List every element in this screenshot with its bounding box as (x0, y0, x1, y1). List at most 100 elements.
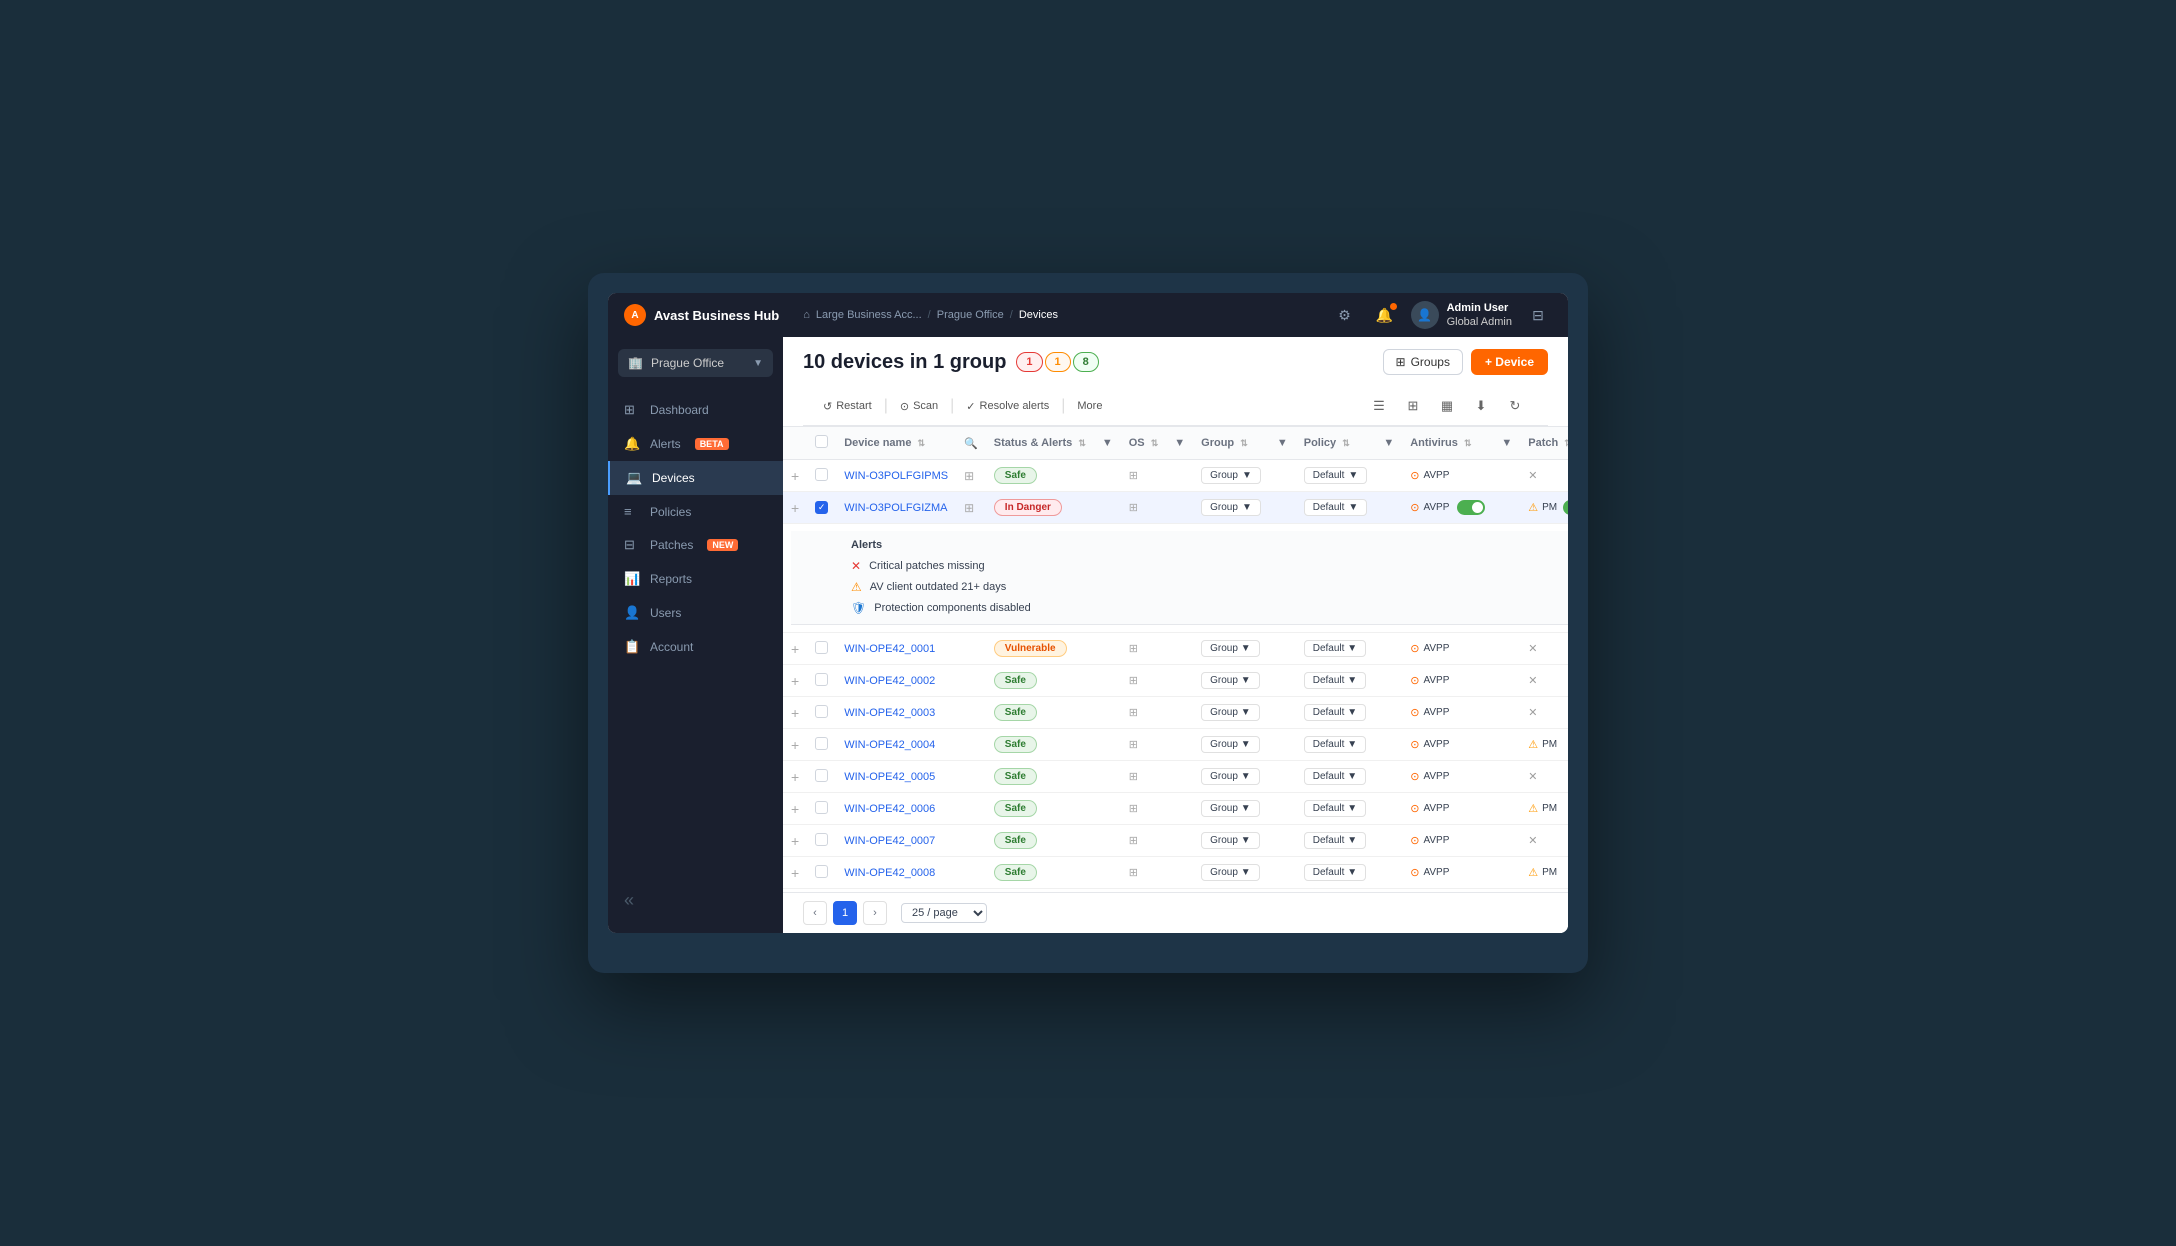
policy-dropdown[interactable]: Default ▼ (1304, 704, 1366, 721)
row-checkbox[interactable] (815, 865, 828, 878)
download-icon[interactable]: ⬇ (1468, 393, 1494, 419)
device-link[interactable]: WIN-OPE42_0007 (844, 835, 935, 847)
device-link[interactable]: WIN-O3POLFGIPMS (844, 470, 948, 482)
device-link[interactable]: WIN-OPE42_0004 (844, 739, 935, 751)
col-patch-header[interactable]: Patch ⇅ (1520, 427, 1568, 460)
group-dropdown[interactable]: Group ▼ (1201, 499, 1261, 516)
row-checkbox[interactable] (815, 769, 828, 782)
next-page-button[interactable]: › (863, 901, 887, 925)
sidebar-collapse-button[interactable]: « (608, 880, 783, 921)
policy-dropdown[interactable]: Default ▼ (1304, 672, 1366, 689)
col-antivirus-header[interactable]: Antivirus ⇅ (1402, 427, 1493, 460)
group-dropdown[interactable]: Group ▼ (1201, 672, 1259, 689)
add-cell[interactable]: + (783, 633, 807, 665)
row-checkbox[interactable] (815, 833, 828, 846)
policy-dropdown[interactable]: Default ▼ (1304, 864, 1366, 881)
row-checkbox[interactable]: ✓ (815, 501, 828, 514)
policy-dropdown[interactable]: Default ▼ (1304, 736, 1366, 753)
device-link[interactable]: WIN-OPE42_0008 (844, 867, 935, 879)
device-link[interactable]: WIN-O3POLFGIZMA (844, 502, 947, 514)
restart-button[interactable]: ↺ Restart (823, 400, 872, 413)
office-selector[interactable]: 🏢 Prague Office ▼ (618, 349, 773, 377)
group-dropdown[interactable]: Group ▼ (1201, 832, 1259, 849)
add-device-row-icon[interactable]: + (791, 468, 799, 484)
select-all-checkbox[interactable] (815, 435, 828, 448)
row-checkbox[interactable] (815, 801, 828, 814)
columns-icon[interactable]: ⊞ (1400, 393, 1426, 419)
groups-button[interactable]: ⊞ Groups (1383, 349, 1463, 375)
group-dropdown[interactable]: Group ▼ (1201, 467, 1261, 484)
policy-dropdown[interactable]: Default ▼ (1304, 768, 1366, 785)
menu-icon[interactable]: ⊟ (1524, 301, 1552, 329)
device-link[interactable]: WIN-OPE42_0006 (844, 803, 935, 815)
device-link[interactable]: WIN-OPE42_0002 (844, 675, 935, 687)
check-cell[interactable] (807, 633, 836, 665)
settings-icon[interactable]: ⚙ (1331, 301, 1359, 329)
refresh-icon[interactable]: ↻ (1502, 393, 1528, 419)
add-device-button[interactable]: + Device (1471, 349, 1548, 375)
av-toggle[interactable] (1457, 500, 1485, 515)
sidebar-item-policies[interactable]: ≡ Policies (608, 495, 783, 528)
sidebar-item-users[interactable]: 👤 Users (608, 596, 783, 630)
page-1-button[interactable]: 1 (833, 901, 857, 925)
group-dropdown[interactable]: Group ▼ (1201, 800, 1259, 817)
policy-dropdown[interactable]: Default ▼ (1304, 640, 1366, 657)
row-checkbox[interactable] (815, 705, 828, 718)
list-view-icon[interactable]: ☰ (1366, 393, 1392, 419)
policy-cell[interactable]: Default ▼ (1296, 460, 1376, 492)
group-dropdown[interactable]: Group ▼ (1201, 704, 1259, 721)
per-page-dropdown[interactable]: 25 / page 50 / page 100 / page (901, 903, 987, 923)
policy-dropdown[interactable]: Default ▼ (1304, 499, 1368, 516)
policy-dropdown[interactable]: Default ▼ (1304, 800, 1366, 817)
col-os-header[interactable]: OS ⇅ (1121, 427, 1167, 460)
col-os-filter[interactable]: ▼ (1166, 427, 1193, 460)
col-status-filter[interactable]: ▼ (1094, 427, 1121, 460)
add-device-row-icon[interactable]: + (791, 500, 799, 516)
patch-toggle[interactable] (1563, 500, 1568, 515)
check-cell[interactable] (807, 460, 836, 492)
col-group-header[interactable]: Group ⇅ (1193, 427, 1269, 460)
sidebar-item-devices[interactable]: 💻 Devices (608, 461, 783, 495)
breadcrumb-item-2[interactable]: Prague Office (937, 309, 1004, 321)
notifications-icon[interactable]: 🔔 (1371, 301, 1399, 329)
col-policy-header[interactable]: Policy ⇅ (1296, 427, 1376, 460)
scan-button[interactable]: ⊙ Scan (900, 400, 938, 413)
sidebar-item-patches[interactable]: ⊟ Patches NEW (608, 528, 783, 562)
add-cell[interactable]: + (783, 492, 807, 524)
device-link[interactable]: WIN-OPE42_0001 (844, 643, 935, 655)
group-dropdown[interactable]: Group ▼ (1201, 864, 1259, 881)
col-search-header[interactable]: 🔍 (956, 427, 986, 460)
sidebar-item-account[interactable]: 📋 Account (608, 630, 783, 664)
policy-dropdown[interactable]: Default ▼ (1304, 832, 1366, 849)
row-checkbox[interactable] (815, 468, 828, 481)
add-cell[interactable]: + (783, 460, 807, 492)
sidebar-item-dashboard[interactable]: ⊞ Dashboard (608, 393, 783, 427)
group-dropdown[interactable]: Group ▼ (1201, 768, 1259, 785)
resolve-alerts-button[interactable]: ✓ Resolve alerts (966, 400, 1049, 413)
col-av-filter[interactable]: ▼ (1493, 427, 1520, 460)
row-checkbox[interactable] (815, 737, 828, 750)
group-dropdown[interactable]: Group ▼ (1201, 736, 1259, 753)
col-check-header[interactable] (807, 427, 836, 460)
per-page-selector[interactable]: 25 / page 50 / page 100 / page (901, 903, 987, 923)
check-cell[interactable]: ✓ (807, 492, 836, 524)
device-link[interactable]: WIN-OPE42_0003 (844, 707, 935, 719)
row-checkbox[interactable] (815, 673, 828, 686)
more-button[interactable]: More (1077, 400, 1102, 412)
col-group-filter[interactable]: ▼ (1269, 427, 1296, 460)
group-cell[interactable]: Group ▼ (1193, 460, 1269, 492)
breadcrumb-item-1[interactable]: Large Business Acc... (816, 309, 922, 321)
sidebar-item-reports[interactable]: 📊 Reports (608, 562, 783, 596)
col-policy-filter[interactable]: ▼ (1375, 427, 1402, 460)
col-device-header[interactable]: Device name ⇅ (836, 427, 956, 460)
group-cell[interactable]: Group ▼ (1193, 492, 1269, 524)
policy-cell[interactable]: Default ▼ (1296, 492, 1376, 524)
group-dropdown[interactable]: Group ▼ (1201, 640, 1259, 657)
device-link[interactable]: WIN-OPE42_0005 (844, 771, 935, 783)
prev-page-button[interactable]: ‹ (803, 901, 827, 925)
grid-view-icon[interactable]: ▦ (1434, 393, 1460, 419)
row-checkbox[interactable] (815, 641, 828, 654)
col-status-header[interactable]: Status & Alerts ⇅ (986, 427, 1094, 460)
policy-dropdown[interactable]: Default ▼ (1304, 467, 1368, 484)
sidebar-item-alerts[interactable]: 🔔 Alerts BETA (608, 427, 783, 461)
